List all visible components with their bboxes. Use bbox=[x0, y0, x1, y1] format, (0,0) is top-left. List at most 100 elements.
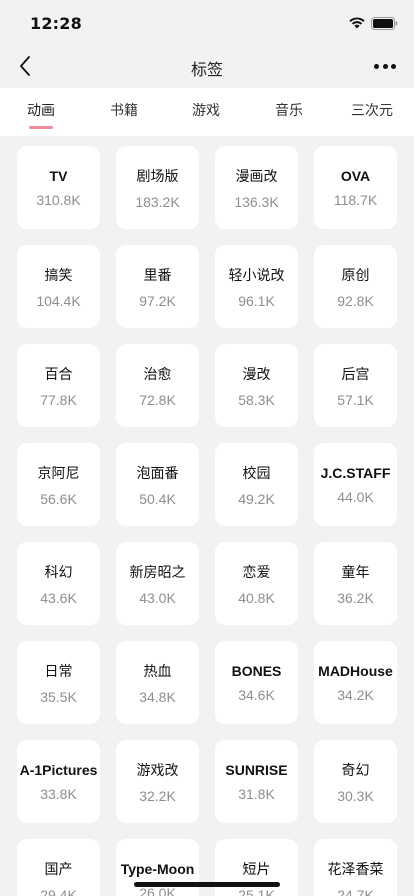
tag-card[interactable]: MADHouse 34.2K bbox=[314, 641, 397, 724]
tag-card[interactable]: 里番 97.2K bbox=[116, 245, 199, 328]
status-time: 12:28 bbox=[30, 14, 82, 33]
tag-count: 77.8K bbox=[40, 391, 77, 408]
tag-card[interactable]: 漫画改 136.3K bbox=[215, 146, 298, 229]
tag-card[interactable]: 原创 92.8K bbox=[314, 245, 397, 328]
tab-games[interactable]: 游戏 bbox=[192, 100, 220, 120]
tag-count: 57.1K bbox=[337, 391, 374, 408]
tag-card[interactable]: 泡面番 50.4K bbox=[116, 443, 199, 526]
tag-name: 百合 bbox=[44, 366, 73, 383]
active-tab-indicator bbox=[29, 126, 53, 129]
tag-card[interactable]: 治愈 72.8K bbox=[116, 344, 199, 427]
tag-name: Type-Moon bbox=[120, 860, 195, 877]
more-button[interactable] bbox=[374, 64, 396, 70]
tag-card[interactable]: 日常 35.5K bbox=[17, 641, 100, 724]
tag-name: 校园 bbox=[242, 465, 271, 482]
tag-card[interactable]: OVA 118.7K bbox=[314, 146, 397, 229]
tag-card[interactable]: BONES 34.6K bbox=[215, 641, 298, 724]
page-title: 标签 bbox=[190, 60, 223, 79]
tag-count: 31.8K bbox=[238, 785, 275, 802]
tag-count: 34.2K bbox=[337, 686, 374, 703]
tag-count: 43.0K bbox=[139, 589, 176, 606]
tag-count: 92.8K bbox=[337, 292, 374, 309]
tag-card[interactable]: J.C.STAFF 44.0K bbox=[314, 443, 397, 526]
tag-card[interactable]: 奇幻 30.3K bbox=[314, 740, 397, 823]
tag-name: 科幻 bbox=[44, 564, 73, 581]
nav-bar: 标签 bbox=[0, 44, 414, 88]
tag-name: 治愈 bbox=[143, 366, 172, 383]
tag-count: 24.7K bbox=[337, 886, 374, 896]
tag-card[interactable]: 游戏改 32.2K bbox=[116, 740, 199, 823]
tag-count: 310.8K bbox=[36, 191, 81, 208]
tag-name: OVA bbox=[340, 167, 371, 184]
tag-name: TV bbox=[49, 167, 68, 184]
tag-name: 轻小说改 bbox=[228, 267, 285, 284]
tag-count: 33.8K bbox=[40, 785, 77, 802]
tag-name: 漫改 bbox=[242, 366, 271, 383]
category-tabs: 动画 书籍 游戏 音乐 三次元 bbox=[0, 88, 414, 136]
tag-card[interactable]: Type-Moon 26.0K bbox=[116, 839, 199, 896]
tag-card[interactable]: 京阿尼 56.6K bbox=[17, 443, 100, 526]
tag-name: 京阿尼 bbox=[37, 465, 80, 482]
tag-card[interactable]: SUNRISE 31.8K bbox=[215, 740, 298, 823]
tag-name: 游戏改 bbox=[136, 762, 179, 779]
tag-name: 短片 bbox=[242, 861, 271, 878]
tag-count: 35.5K bbox=[40, 688, 77, 705]
tag-card[interactable]: 校园 49.2K bbox=[215, 443, 298, 526]
tag-count: 56.6K bbox=[40, 490, 77, 507]
tag-card[interactable]: 国产 29.4K bbox=[17, 839, 100, 896]
tag-count: 49.2K bbox=[238, 490, 275, 507]
tag-card[interactable]: 搞笑 104.4K bbox=[17, 245, 100, 328]
tag-name: BONES bbox=[231, 662, 282, 679]
tag-card[interactable]: 热血 34.8K bbox=[116, 641, 199, 724]
tag-name: 后宫 bbox=[341, 366, 370, 383]
tag-count: 104.4K bbox=[36, 292, 81, 309]
tag-name: 花泽香菜 bbox=[327, 861, 384, 878]
tab-animation[interactable]: 动画 bbox=[27, 100, 55, 120]
more-dot-icon bbox=[382, 64, 388, 69]
wifi-icon bbox=[349, 17, 365, 29]
tag-card[interactable]: 短片 25.1K bbox=[215, 839, 298, 896]
tag-name: 日常 bbox=[44, 663, 73, 680]
tag-count: 34.8K bbox=[139, 688, 176, 705]
tag-count: 25.1K bbox=[238, 886, 275, 896]
tag-name: J.C.STAFF bbox=[320, 464, 391, 481]
tag-name: 漫画改 bbox=[235, 168, 278, 185]
tag-card[interactable]: 轻小说改 96.1K bbox=[215, 245, 298, 328]
tag-card[interactable]: 漫改 58.3K bbox=[215, 344, 298, 427]
tag-card[interactable]: 后宫 57.1K bbox=[314, 344, 397, 427]
tag-card[interactable]: 剧场版 183.2K bbox=[116, 146, 199, 229]
tag-count: 136.3K bbox=[234, 193, 279, 210]
tag-name: 里番 bbox=[143, 267, 172, 284]
tag-count: 118.7K bbox=[333, 191, 378, 208]
tag-count: 50.4K bbox=[139, 490, 176, 507]
tag-count: 44.0K bbox=[337, 488, 374, 505]
tag-count: 97.2K bbox=[139, 292, 176, 309]
tag-name: 热血 bbox=[143, 663, 172, 680]
tag-card[interactable]: 百合 77.8K bbox=[17, 344, 100, 427]
tag-count: 30.3K bbox=[337, 787, 374, 804]
home-indicator bbox=[134, 882, 280, 887]
tag-count: 36.2K bbox=[337, 589, 374, 606]
more-dot-icon bbox=[374, 64, 379, 69]
tab-real-life[interactable]: 三次元 bbox=[351, 100, 393, 120]
tag-count: 43.6K bbox=[40, 589, 77, 606]
tag-name: MADHouse bbox=[318, 662, 393, 679]
tag-card[interactable]: 花泽香菜 24.7K bbox=[314, 839, 397, 896]
more-dot-icon bbox=[391, 64, 396, 69]
tag-card[interactable]: A-1Pictures 33.8K bbox=[17, 740, 100, 823]
tag-count: 58.3K bbox=[238, 391, 275, 408]
tag-name: SUNRISE bbox=[225, 761, 288, 778]
tag-card[interactable]: 科幻 43.6K bbox=[17, 542, 100, 625]
tag-card[interactable]: 新房昭之 43.0K bbox=[116, 542, 199, 625]
tag-name: 童年 bbox=[341, 564, 370, 581]
tag-card[interactable]: 恋爱 40.8K bbox=[215, 542, 298, 625]
tag-name: 泡面番 bbox=[136, 465, 179, 482]
tab-books[interactable]: 书籍 bbox=[110, 100, 138, 120]
tag-card[interactable]: 童年 36.2K bbox=[314, 542, 397, 625]
tag-card[interactable]: TV 310.8K bbox=[17, 146, 100, 229]
tag-count: 96.1K bbox=[238, 292, 275, 309]
tag-count: 34.6K bbox=[238, 686, 275, 703]
tab-music[interactable]: 音乐 bbox=[275, 100, 303, 120]
battery-icon bbox=[371, 17, 398, 30]
tag-name: 奇幻 bbox=[341, 762, 370, 779]
